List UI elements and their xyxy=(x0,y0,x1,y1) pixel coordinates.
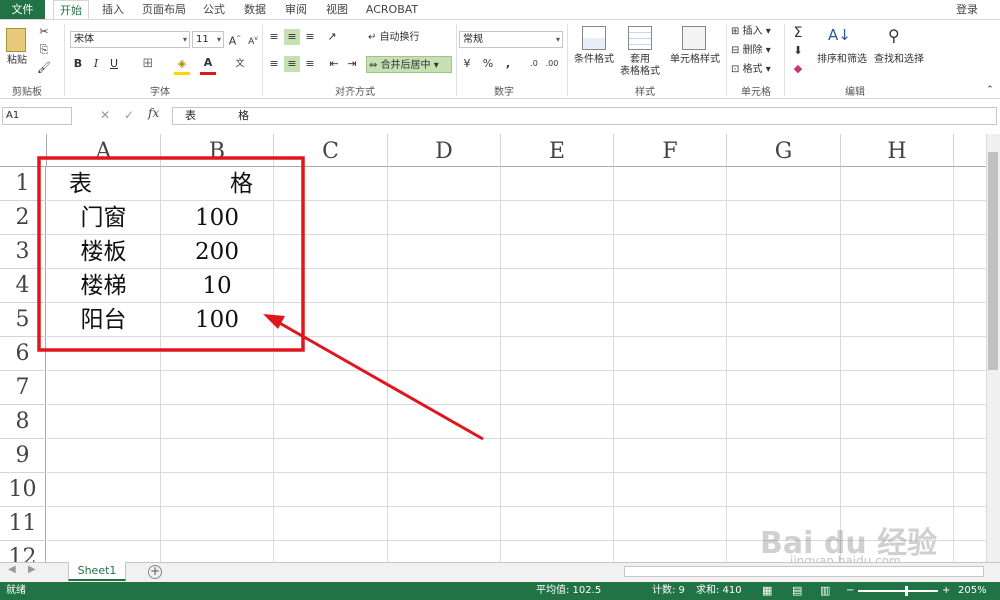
status-ready: 就绪 xyxy=(6,585,26,596)
normal-view-icon[interactable]: ▦ xyxy=(762,582,772,600)
scroll-sheets-right-icon[interactable]: ▶ xyxy=(28,564,36,575)
horizontal-scrollbar[interactable] xyxy=(624,566,984,577)
annotation-arrow-line xyxy=(275,319,484,441)
zoom-out-icon[interactable]: − xyxy=(846,582,854,600)
status-count: 计数: 9 xyxy=(652,585,685,596)
scroll-sheets-left-icon[interactable]: ◀ xyxy=(8,564,16,575)
page-break-view-icon[interactable]: ▥ xyxy=(820,582,830,600)
zoom-in-icon[interactable]: + xyxy=(942,582,950,600)
zoom-slider[interactable] xyxy=(858,590,938,592)
status-average: 平均值: 102.5 xyxy=(536,585,602,596)
highlight-box xyxy=(37,156,305,352)
zoom-slider-thumb[interactable] xyxy=(905,586,908,596)
sheet-tab-sheet1[interactable]: Sheet1 xyxy=(68,562,126,581)
annotation-arrow-head xyxy=(263,314,285,329)
vertical-scroll-thumb[interactable] xyxy=(988,152,998,370)
page-layout-view-icon[interactable]: ▤ xyxy=(792,582,802,600)
zoom-level[interactable]: 205% xyxy=(958,582,987,600)
status-sum: 求和: 410 xyxy=(696,585,742,596)
annotation-overlay xyxy=(37,156,484,441)
status-bar: 就绪 平均值: 102.5 计数: 9 求和: 410 ▦ ▤ ▥ − + 20… xyxy=(0,582,1000,600)
add-sheet-icon[interactable]: + xyxy=(148,565,162,579)
